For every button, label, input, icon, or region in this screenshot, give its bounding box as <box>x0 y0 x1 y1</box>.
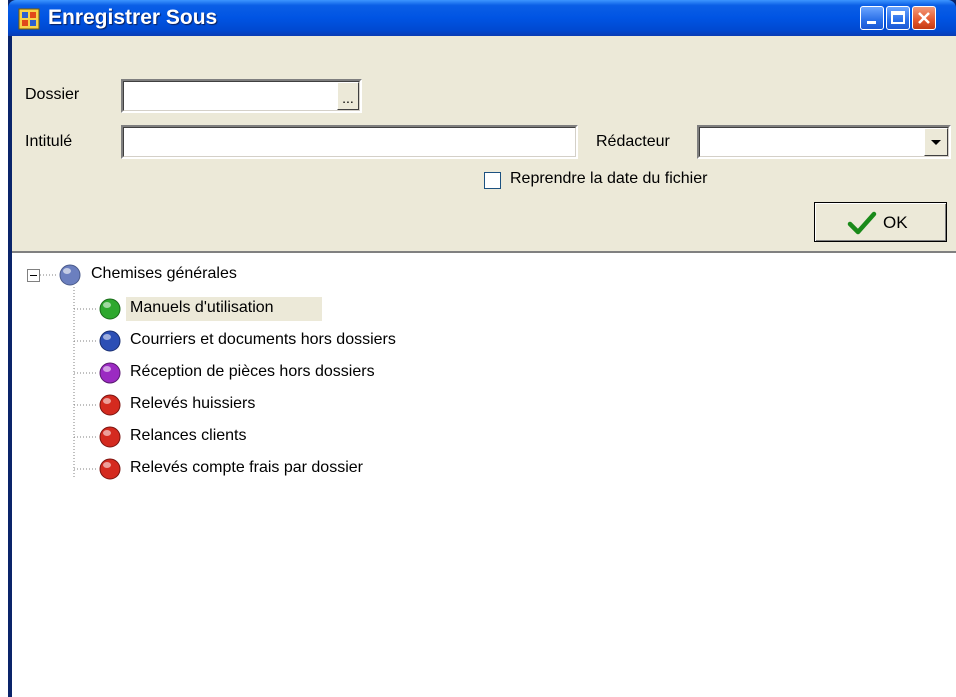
app-icon <box>18 8 40 30</box>
intitule-label: Intitulé <box>25 133 73 150</box>
title-bar[interactable]: Enregistrer Sous <box>8 0 956 36</box>
ok-button[interactable]: OK <box>814 202 947 242</box>
redacteur-select[interactable] <box>697 125 951 159</box>
tree-item-label: Réception de pièces hors dossiers <box>130 363 375 380</box>
red-folder-icon <box>99 426 121 448</box>
minimize-icon <box>867 21 876 24</box>
minus-icon <box>30 275 37 276</box>
folder-tree[interactable]: Chemises générales Manuels d'utilisation… <box>12 251 956 697</box>
tree-root-label[interactable]: Chemises générales <box>91 265 237 283</box>
close-icon <box>918 12 930 24</box>
tree-item-label: Relevés huissiers <box>130 395 256 412</box>
window-title: Enregistrer Sous <box>48 6 218 29</box>
tree-item-label: Manuels d'utilisation <box>130 299 274 316</box>
blue-folder-icon <box>99 330 121 352</box>
checkmark-icon <box>847 211 877 235</box>
browse-button[interactable]: ... <box>337 82 359 110</box>
green-folder-icon <box>99 298 121 320</box>
close-button[interactable] <box>912 6 936 30</box>
chevron-down-icon <box>931 140 941 145</box>
checkbox-label[interactable]: Reprendre la date du fichier <box>510 170 707 188</box>
redacteur-dropdown-button[interactable] <box>924 128 948 156</box>
dossier-label: Dossier <box>25 86 80 103</box>
red-folder-icon <box>99 458 121 480</box>
purple-folder-icon <box>99 362 121 384</box>
root-folder-icon <box>59 264 81 286</box>
save-as-window: Enregistrer Sous Dossier ... Intitulé Ré… <box>8 0 956 697</box>
redacteur-label: Rédacteur <box>596 133 670 150</box>
tree-item-label: Courriers et documents hors dossiers <box>130 331 396 348</box>
collapse-toggle[interactable] <box>27 269 40 282</box>
intitule-field[interactable] <box>121 125 578 159</box>
maximize-icon <box>891 11 905 24</box>
date-checkbox[interactable] <box>484 172 501 189</box>
maximize-button[interactable] <box>886 6 910 30</box>
dossier-field[interactable]: ... <box>121 79 362 113</box>
dialog-body: Dossier ... Intitulé Rédacteur Reprendre… <box>12 36 956 697</box>
red-folder-icon <box>99 394 121 416</box>
minimize-button[interactable] <box>860 6 884 30</box>
tree-item-label: Relances clients <box>130 427 247 444</box>
tree-item-label: Relevés compte frais par dossier <box>130 459 363 476</box>
ok-label: OK <box>883 213 908 232</box>
